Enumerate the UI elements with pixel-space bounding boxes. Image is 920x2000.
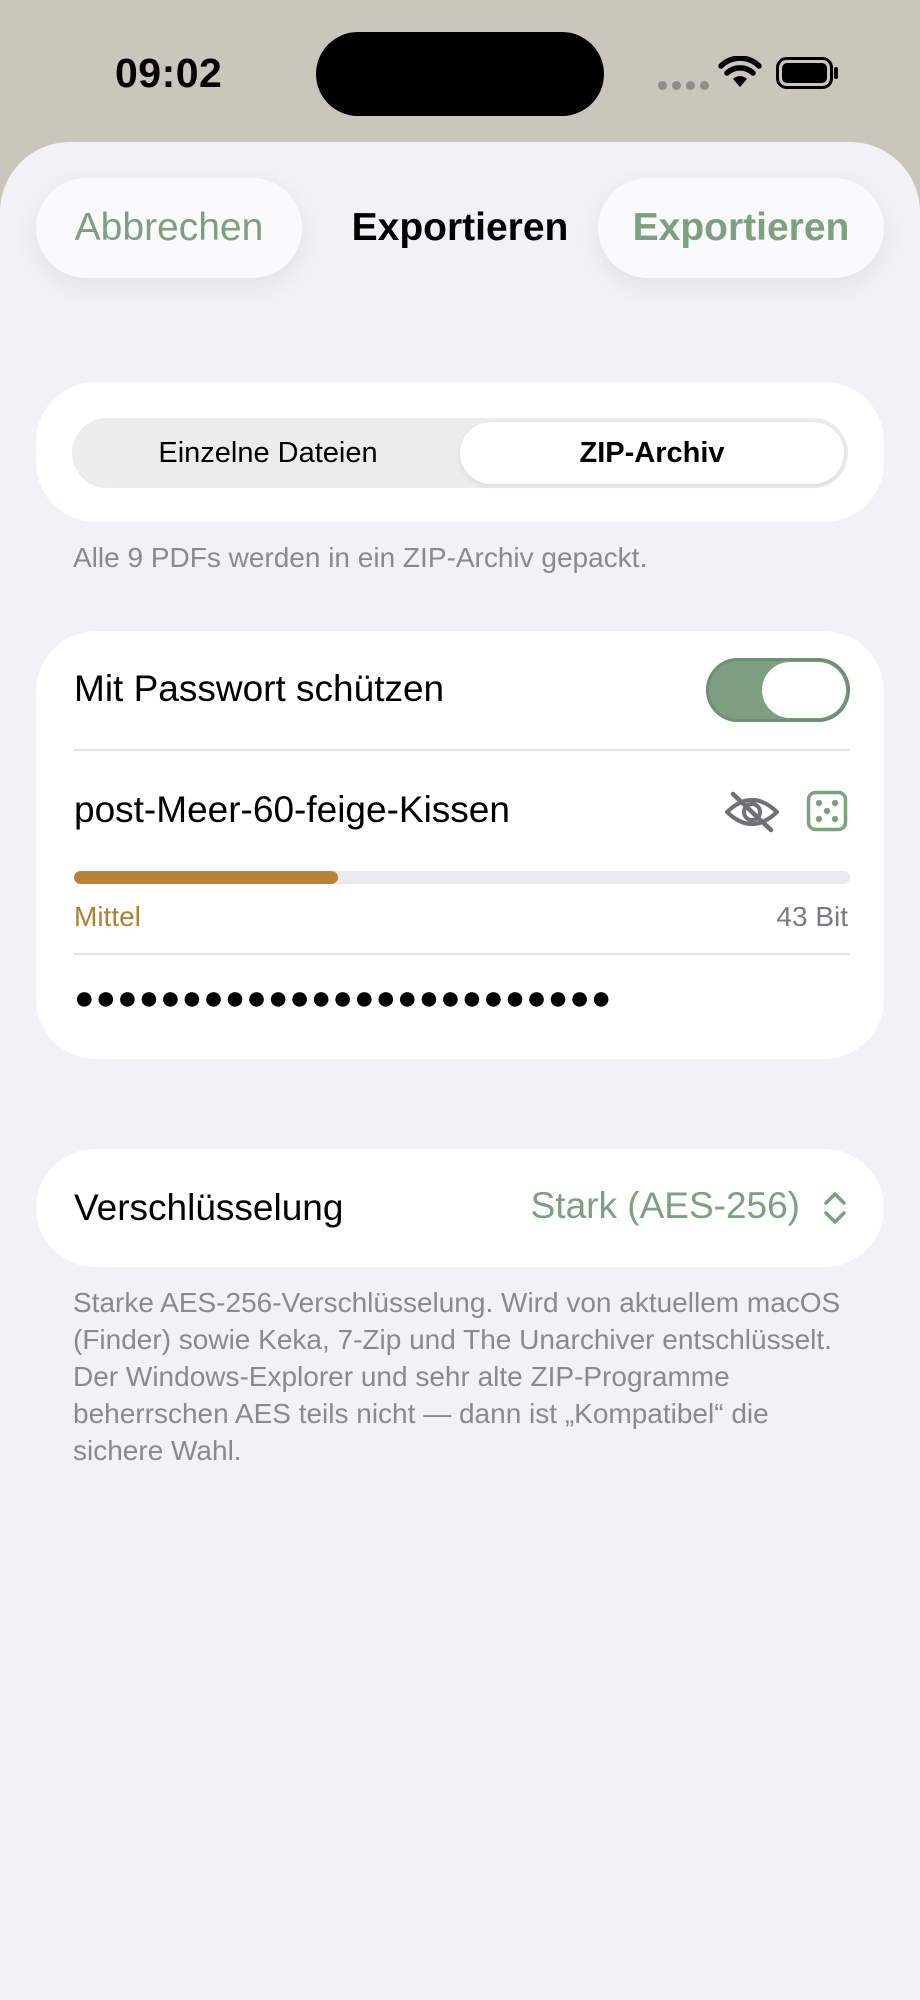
export-mode-hint: Alle 9 PDFs werden in ein ZIP-Archiv gep… [73,542,648,573]
dynamic-island [316,32,604,116]
chevron-up-down-icon [824,1192,846,1224]
encryption-hint: Starke AES-256-Verschlüsselung. Wird von… [73,1287,841,1466]
password-field[interactable]: post-Meer-60-feige-Kissen [74,789,510,831]
segment-zip-archive[interactable]: ZIP-Archiv [460,422,844,484]
password-protect-toggle[interactable] [706,658,850,722]
sheet-title: Exportieren [351,206,569,249]
eye-slash-icon[interactable] [724,790,780,834]
password-strength-fill [74,871,338,884]
password-card: Mit Passwort schützen post-Meer-60-feige… [36,631,884,1059]
signal-dots-icon [658,81,709,90]
divider [74,749,850,751]
status-bar: 09:02 [0,0,920,145]
password-confirm-field[interactable]: ●●●●●●●●●●●●●●●●●●●●●●●●● [74,979,612,1018]
password-protect-label: Mit Passwort schützen [74,668,445,709]
export-button[interactable]: Exportieren [598,178,884,278]
encryption-label: Verschlüsselung [74,1187,344,1228]
segment-individual-files[interactable]: Einzelne Dateien [76,422,460,484]
export-mode-card: Einzelne Dateien ZIP-Archiv [36,382,884,522]
password-entropy-label: 43 Bit [776,901,848,932]
export-sheet: Abbrechen Exportieren Exportieren Einzel… [0,142,920,2000]
battery-icon [776,57,838,89]
dice-icon[interactable] [806,790,848,832]
cancel-button[interactable]: Abbrechen [36,178,302,278]
divider [74,953,850,955]
export-mode-segmented-control: Einzelne Dateien ZIP-Archiv [72,418,848,488]
status-time: 09:02 [115,50,223,96]
toggle-knob [762,662,846,718]
encryption-value[interactable]: Stark (AES-256) [531,1185,800,1227]
password-strength-bar [74,871,850,884]
password-strength-label: Mittel [74,901,141,932]
encryption-card[interactable]: Verschlüsselung Stark (AES-256) [36,1149,884,1267]
wifi-icon [718,56,762,87]
